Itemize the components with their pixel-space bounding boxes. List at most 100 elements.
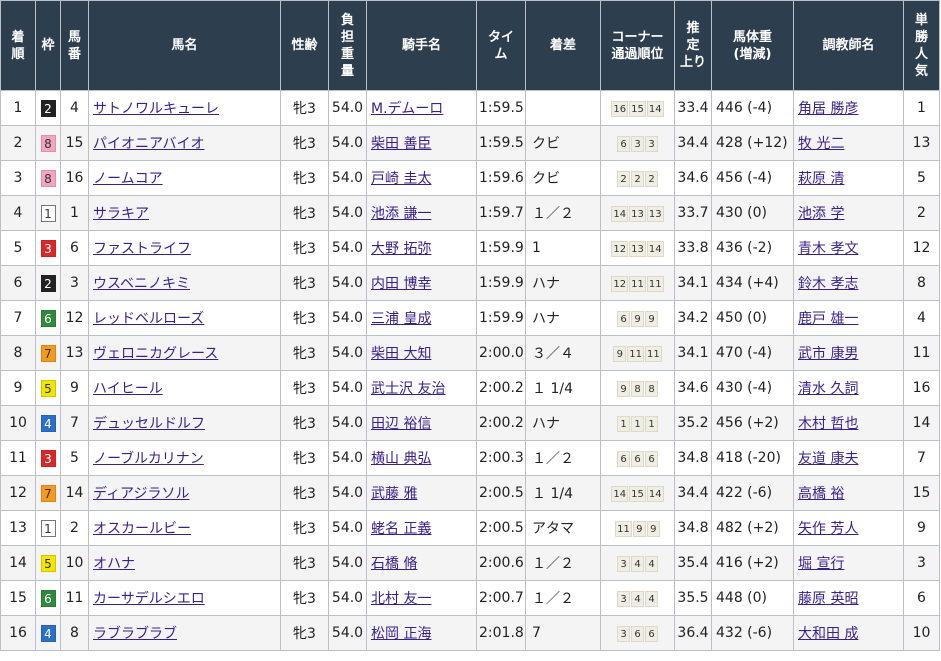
popularity-cell: 12: [903, 230, 940, 266]
header-weight[interactable]: 負担重量: [328, 0, 367, 91]
rank-cell: 7: [0, 300, 36, 336]
trainer-link[interactable]: 鈴木 孝志: [798, 276, 858, 292]
horse-name-link[interactable]: オスカールビー: [93, 521, 191, 537]
margin-cell: クビ: [525, 160, 601, 196]
jockey-link[interactable]: 松岡 正海: [371, 626, 431, 642]
corner-cell: 9 11 11: [600, 335, 675, 371]
header-trainer[interactable]: 調教師名: [793, 0, 904, 91]
sex-age-cell: 牝3: [280, 615, 329, 651]
jockey-link[interactable]: 戸崎 圭太: [371, 171, 431, 187]
trainer-link[interactable]: 角居 勝彦: [798, 101, 858, 117]
corner-positions: 666: [617, 450, 658, 467]
horse-name-link[interactable]: サラキア: [93, 206, 149, 222]
corner-positions: 9 11 11: [613, 345, 662, 362]
jockey-link[interactable]: 内田 博幸: [371, 276, 431, 292]
jockey-link[interactable]: 石橋 脩: [371, 556, 417, 572]
trainer-cell: 藤原 英昭: [793, 580, 904, 616]
weight-cell: 54.0: [328, 440, 367, 476]
table-row: 16 4 8 ラブラブラブ 牝3 54.0 松岡 正海 2:01.8 7 366…: [0, 615, 940, 651]
horse-name-link[interactable]: ノームコア: [93, 171, 163, 187]
trainer-link[interactable]: 青木 孝文: [798, 241, 858, 257]
trainer-link[interactable]: 大和田 成: [798, 626, 858, 642]
weight-cell: 54.0: [328, 405, 367, 441]
header-corner[interactable]: コーナー 通過順位: [600, 0, 675, 91]
horse-name-link[interactable]: ファストライフ: [93, 241, 191, 257]
header-horse-name[interactable]: 馬名: [88, 0, 281, 91]
trainer-link[interactable]: 清水 久詞: [798, 381, 858, 397]
header-sex-age[interactable]: 性齢: [280, 0, 329, 91]
jockey-link[interactable]: 武士沢 友治: [371, 381, 445, 397]
waku-cell: 3: [35, 440, 61, 476]
last3f-cell: 35.5: [674, 580, 712, 616]
horse-name-link[interactable]: パイオニアバイオ: [93, 136, 204, 152]
header-jockey[interactable]: 騎手名: [366, 0, 477, 91]
sex-age-cell: 牝3: [280, 230, 329, 266]
jockey-link[interactable]: 三浦 皇成: [371, 311, 431, 327]
horse-name-link[interactable]: ノーブルカリナン: [93, 451, 204, 467]
horse-name-cell: ノーブルカリナン: [88, 440, 281, 476]
corner-cell: 14 15 14: [600, 475, 675, 511]
header-body-weight[interactable]: 馬体重 (増減): [711, 0, 794, 91]
rank-cell: 14: [0, 545, 36, 581]
header-waku[interactable]: 枠: [35, 0, 61, 91]
trainer-link[interactable]: 萩原 清: [798, 171, 844, 187]
horse-name-link[interactable]: オハナ: [93, 556, 135, 572]
horse-name-link[interactable]: ウスベニノキミ: [93, 276, 190, 292]
corner-position: 6: [631, 625, 644, 642]
trainer-link[interactable]: 木村 哲也: [798, 416, 858, 432]
last3f-cell: 34.6: [674, 160, 712, 196]
header-time[interactable]: タイム: [476, 0, 526, 91]
time-cell: 2:00.5: [476, 510, 526, 546]
trainer-link[interactable]: 矢作 芳人: [798, 521, 858, 537]
trainer-link[interactable]: 高橋 裕: [798, 486, 844, 502]
horse-name-link[interactable]: ヴェロニカグレース: [93, 346, 218, 362]
header-umaban[interactable]: 馬番: [60, 0, 89, 91]
trainer-link[interactable]: 堀 宣行: [798, 556, 844, 572]
sex-age-cell: 牝3: [280, 265, 329, 301]
time-cell: 1:59.9: [476, 230, 526, 266]
jockey-link[interactable]: 横山 典弘: [371, 451, 431, 467]
trainer-link[interactable]: 藤原 英昭: [798, 591, 858, 607]
horse-name-link[interactable]: レッドベルローズ: [93, 311, 204, 327]
jockey-link[interactable]: 池添 謙一: [371, 206, 431, 222]
jockey-link[interactable]: 武藤 雅: [371, 486, 417, 502]
jockey-link[interactable]: 柴田 大知: [371, 346, 431, 362]
rank-cell: 5: [0, 230, 36, 266]
corner-cell: 11 9 9: [600, 510, 675, 546]
body-weight-cell: 430 (0): [711, 195, 794, 231]
table-row: 6 2 3 ウスベニノキミ 牝3 54.0 内田 博幸 1:59.9 ハナ 12…: [0, 265, 940, 301]
header-margin[interactable]: 着差: [525, 0, 601, 91]
weight-cell: 54.0: [328, 195, 367, 231]
horse-name-cell: ラブラブラブ: [88, 615, 281, 651]
horse-name-link[interactable]: ハイヒール: [93, 381, 163, 397]
header-rank[interactable]: 着順: [0, 0, 36, 91]
trainer-link[interactable]: 池添 学: [798, 206, 844, 222]
jockey-link[interactable]: 大野 拓弥: [371, 241, 431, 257]
trainer-link[interactable]: 牧 光二: [798, 136, 844, 152]
horse-name-link[interactable]: サトノワルキューレ: [93, 101, 219, 117]
header-last3f[interactable]: 推定上り: [674, 0, 712, 91]
corner-position: 11: [615, 520, 632, 537]
jockey-link[interactable]: 柴田 善臣: [371, 136, 431, 152]
jockey-link[interactable]: 北村 友一: [371, 591, 431, 607]
jockey-link[interactable]: 蛯名 正義: [371, 521, 431, 537]
jockey-link[interactable]: M.デムーロ: [371, 101, 443, 117]
trainer-link[interactable]: 武市 康男: [798, 346, 858, 362]
jockey-link[interactable]: 田辺 裕信: [371, 416, 431, 432]
jockey-cell: 大野 拓弥: [366, 230, 477, 266]
trainer-link[interactable]: 鹿戸 雄一: [798, 311, 858, 327]
waku-badge: 1: [40, 204, 56, 222]
horse-name-link[interactable]: ラブラブラブ: [93, 626, 177, 642]
horse-name-link[interactable]: デュッセルドルフ: [93, 416, 205, 432]
corner-positions: 988: [617, 380, 658, 397]
table-row: 13 1 2 オスカールビー 牝3 54.0 蛯名 正義 2:00.5 アタマ …: [0, 510, 940, 546]
corner-positions: 14 13 13: [611, 205, 664, 222]
horse-name-link[interactable]: ディアジラソル: [93, 486, 189, 502]
time-cell: 2:00.6: [476, 545, 526, 581]
trainer-link[interactable]: 友道 康夫: [798, 451, 858, 467]
trainer-cell: 友道 康夫: [793, 440, 904, 476]
header-popularity[interactable]: 単勝人気: [903, 0, 940, 91]
horse-name-link[interactable]: カーサデルシエロ: [93, 591, 205, 607]
corner-position: 9: [613, 345, 627, 362]
body-weight-cell: 428 (+12): [711, 125, 794, 161]
